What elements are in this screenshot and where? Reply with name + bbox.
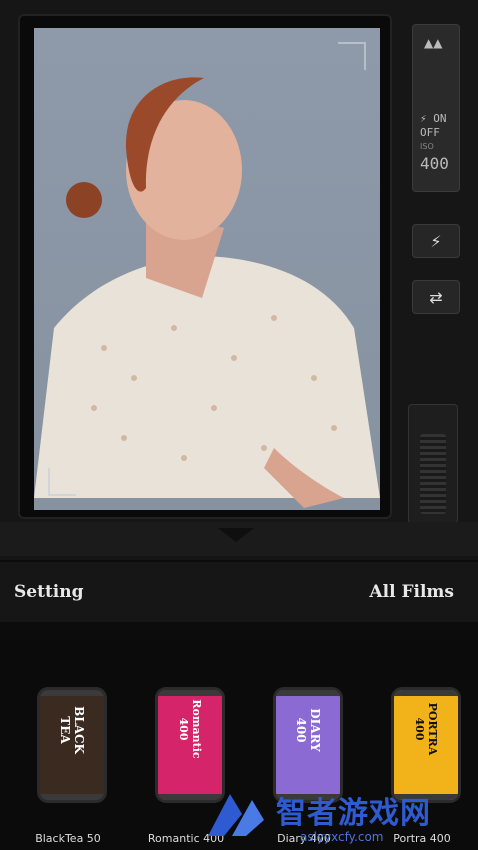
watermark-text: 智者游戏网 (276, 796, 431, 831)
can-cap-top (394, 690, 458, 696)
film-item-blacktea[interactable]: BLACK TEA BlackTea 50 (12, 682, 124, 850)
film-name: BlackTea 50 (35, 832, 101, 845)
lcd-display: ▲▲ ⚡ ON OFF ISO 400 (412, 24, 460, 192)
mode-icon: ▲▲ (424, 36, 443, 50)
all-films-button[interactable]: All Films (369, 582, 454, 602)
flash-state: ⚡ ON OFF (420, 112, 447, 140)
film-can-label: DIARY 400 (294, 708, 322, 752)
frame-corner-bottom-left (48, 468, 76, 496)
film-can-blacktea[interactable]: BLACK TEA (40, 690, 104, 800)
can-cap-top (40, 690, 104, 696)
flash-state-line1: ⚡ ON (420, 112, 447, 125)
watermark: 智者游戏网 aslyyxcfy.com (200, 778, 478, 850)
can-cap-bottom (40, 794, 104, 800)
watermark-logo-icon (208, 794, 264, 836)
film-can-label: BLACK TEA (58, 706, 86, 754)
flash-icon: ⚡ (430, 231, 442, 251)
switch-camera-icon: ⇄ (429, 287, 443, 307)
viewfinder-photo[interactable] (34, 28, 380, 510)
side-panel: ▲▲ ⚡ ON OFF ISO 400 ⚡ ⇄ (404, 16, 478, 526)
flash-button[interactable]: ⚡ (412, 224, 460, 258)
flash-state-line2: OFF (420, 126, 440, 139)
camera-rail (0, 522, 478, 556)
settings-bar: Setting All Films (0, 562, 478, 622)
iso-label: ISO (420, 142, 434, 151)
iso-value: 400 (420, 154, 449, 173)
watermark-url: aslyyxcfy.com (300, 830, 384, 844)
film-can-label: PORTRA 400 (413, 702, 439, 756)
can-cap-top (158, 690, 222, 696)
shutter-notch-icon[interactable] (218, 528, 254, 542)
setting-button[interactable]: Setting (14, 582, 84, 602)
exposure-dial[interactable] (408, 404, 458, 524)
dial-wheel[interactable] (420, 434, 446, 514)
switch-camera-button[interactable]: ⇄ (412, 280, 460, 314)
camera-body: ▲▲ ⚡ ON OFF ISO 400 ⚡ ⇄ (0, 0, 478, 560)
portrait-illustration (34, 77, 380, 508)
can-cap-top (276, 690, 340, 696)
frame-corner-top-right (338, 42, 366, 70)
film-can-label: Romantic 400 (177, 699, 203, 759)
